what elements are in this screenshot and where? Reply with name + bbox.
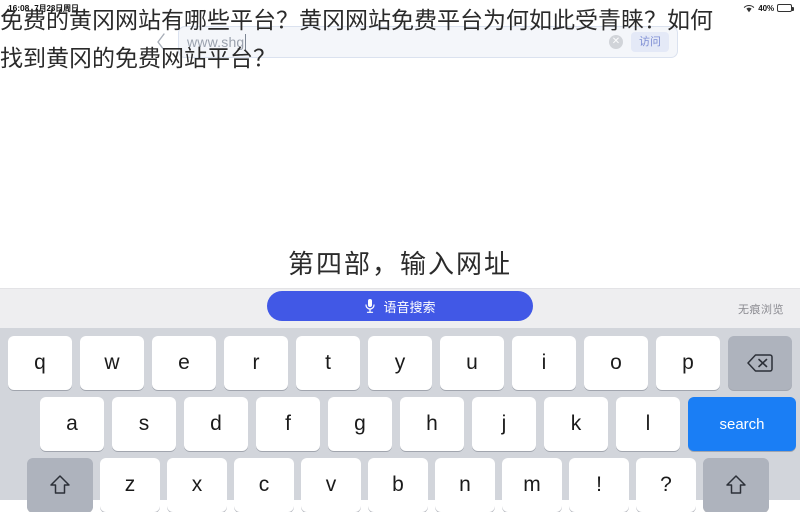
key-label: d: [210, 412, 222, 435]
key-label: f: [285, 412, 291, 435]
key-label: x: [191, 473, 203, 496]
shift-icon: [49, 474, 71, 496]
key-label: a: [66, 412, 78, 435]
url-input-actions: ✕ 访问: [609, 31, 669, 53]
clear-circle-icon[interactable]: ✕: [609, 34, 623, 49]
text-caret: [245, 34, 247, 50]
incognito-label: 无痕浏览: [738, 304, 784, 316]
key-w[interactable]: w: [80, 336, 144, 390]
backspace-key[interactable]: [728, 336, 792, 390]
key-label: j: [501, 412, 507, 435]
shift-key[interactable]: [703, 458, 769, 512]
backspace-icon: [747, 353, 773, 373]
key-y[interactable]: y: [368, 336, 432, 390]
key-t[interactable]: t: [296, 336, 360, 390]
key-n[interactable]: n: [435, 458, 495, 512]
key-label: h: [426, 412, 438, 435]
key-e[interactable]: e: [152, 336, 216, 390]
key-s[interactable]: s: [112, 397, 176, 451]
key-?[interactable]: ?: [636, 458, 696, 512]
status-date: 7月28日周日: [34, 3, 79, 13]
key-label: search: [719, 415, 765, 433]
shift-icon: [725, 474, 747, 496]
key-f[interactable]: f: [256, 397, 320, 451]
keyboard-row-3: z x c v b n m!?: [0, 458, 800, 512]
key-a[interactable]: a: [40, 397, 104, 451]
wifi-icon: [743, 4, 755, 13]
key-b[interactable]: b: [368, 458, 428, 512]
key-x[interactable]: x: [167, 458, 227, 512]
keyboard-row-1: qwertyuiop: [0, 336, 800, 390]
key-u[interactable]: u: [440, 336, 504, 390]
key-label: e: [178, 351, 190, 374]
key-g[interactable]: g: [328, 397, 392, 451]
battery-icon: [777, 4, 794, 12]
key-q[interactable]: q: [8, 336, 72, 390]
key-p[interactable]: p: [656, 336, 720, 390]
key-label: !: [596, 473, 602, 496]
key-r[interactable]: r: [224, 336, 288, 390]
status-bar: 16:08 7月28日周日 40%: [0, 0, 800, 16]
key-o[interactable]: o: [584, 336, 648, 390]
section-heading: 第四部，输入网址: [287, 250, 512, 280]
key-m[interactable]: m: [502, 458, 562, 512]
onscreen-keyboard: q w e r t y u i o p a s d f g h j k l search z x c v b n m!?: [0, 328, 800, 512]
battery-percent: 40%: [758, 3, 774, 13]
key-c[interactable]: c: [234, 458, 294, 512]
key-label: l: [645, 412, 651, 435]
key-label: v: [325, 473, 337, 496]
key-label: z: [124, 473, 136, 496]
key-d[interactable]: d: [184, 397, 248, 451]
key-h[interactable]: h: [400, 397, 464, 451]
chevron-left-icon[interactable]: [150, 27, 172, 57]
key-label: n: [459, 473, 471, 496]
status-bar-left: 16:08 7月28日周日: [8, 3, 79, 14]
url-bar-row: www.shg ✕ 访问: [0, 20, 800, 64]
key-![interactable]: !: [569, 458, 629, 512]
shift-key[interactable]: [27, 458, 93, 512]
status-bar-right: 40%: [743, 3, 794, 13]
key-label: g: [354, 412, 366, 435]
key-label: b: [392, 473, 404, 496]
key-z[interactable]: z: [100, 458, 160, 512]
key-label: w: [104, 351, 120, 374]
key-label: r: [252, 351, 260, 374]
key-label: i: [541, 351, 547, 374]
key-label: y: [394, 351, 406, 374]
key-label: q: [34, 351, 46, 374]
voice-search-label: 语音搜索: [383, 299, 436, 315]
key-i[interactable]: i: [512, 336, 576, 390]
key-k[interactable]: k: [544, 397, 608, 451]
url-input-value: www.shg: [187, 34, 245, 50]
microphone-icon: [364, 298, 376, 314]
key-j[interactable]: j: [472, 397, 536, 451]
key-label: m: [523, 473, 541, 496]
key-l[interactable]: l: [616, 397, 680, 451]
key-label: u: [466, 351, 478, 374]
key-label: s: [138, 412, 150, 435]
key-label: o: [610, 351, 622, 374]
keyboard-row-2: a s d f g h j k l search: [0, 397, 800, 451]
key-v[interactable]: v: [301, 458, 361, 512]
key-label: p: [682, 351, 694, 374]
url-input[interactable]: www.shg ✕ 访问: [178, 26, 678, 58]
key-label: c: [258, 473, 270, 496]
key-label: k: [570, 412, 582, 435]
key-label: ?: [660, 473, 672, 496]
visit-button[interactable]: 访问: [631, 31, 669, 53]
search-key[interactable]: search: [688, 397, 796, 451]
key-label: t: [325, 351, 331, 374]
voice-search-button[interactable]: 语音搜索: [267, 291, 533, 321]
status-time: 16:08: [8, 3, 30, 13]
